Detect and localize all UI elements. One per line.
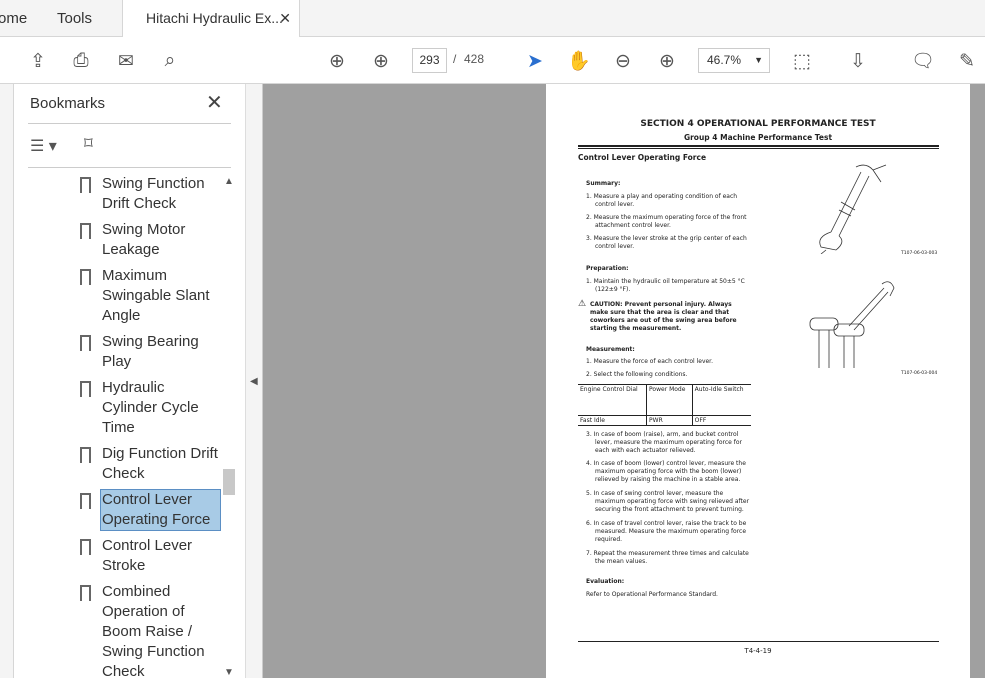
- footer-rule: [578, 641, 939, 642]
- page-total: 428: [464, 52, 485, 66]
- upload-icon[interactable]: ⇪: [26, 49, 50, 73]
- figure-label: T107-06-03-004: [901, 371, 938, 376]
- figure-label: T107-06-03-003: [901, 251, 938, 256]
- measurement-item: 2. Select the following conditions.: [586, 371, 688, 378]
- measurement-item: 1. Measure the force of each control lev…: [586, 358, 714, 365]
- close-tab-icon[interactable]: ✕: [279, 0, 291, 37]
- tab-document-label: Hitachi Hydraulic Ex...: [146, 10, 283, 26]
- select-cursor-icon[interactable]: ➤: [523, 49, 547, 73]
- toolbar: ⇪ ⎙ ✉ ⌕ ⊕ ⊕ 293 / 428 ➤ ✋ ⊖ ⊕ 46.7% ▼ ⬚ ⇩…: [0, 37, 985, 84]
- rule: [578, 145, 939, 149]
- prep-item: 1. Maintain the hydraulic oil temperatur…: [586, 278, 745, 293]
- add-bookmark-icon[interactable]: ⌑: [84, 134, 93, 154]
- measurement-title: Measurement:: [586, 346, 635, 353]
- page-number-input[interactable]: 293: [412, 48, 447, 73]
- bookmark-item[interactable]: Hydraulic Cylinder Cycle Time: [102, 378, 212, 438]
- bookmark-item[interactable]: Maximum Swingable Slant Angle: [102, 266, 222, 326]
- bookmark-item[interactable]: Swing Motor Leakage: [102, 220, 212, 260]
- tab-tools[interactable]: Tools: [57, 0, 117, 37]
- hand-tool-icon[interactable]: ✋: [567, 49, 591, 73]
- options-menu-icon[interactable]: ☰ ▾: [30, 136, 57, 156]
- bookmark-icon: [80, 585, 91, 601]
- bookmark-icon: [80, 493, 91, 509]
- conditions-table: Engine Control Dial Power Mode Auto-Idle S…: [578, 384, 751, 426]
- chevron-down-icon: ▼: [754, 55, 763, 65]
- bookmarks-scrollbar[interactable]: ▲ ▼: [222, 176, 236, 678]
- table-cell: PWR: [646, 415, 693, 426]
- divider: [28, 123, 231, 124]
- zoom-value: 46.7%: [707, 53, 742, 67]
- doc-heading: Control Lever Operating Force: [578, 153, 707, 162]
- previous-page-icon[interactable]: ⊕: [325, 49, 349, 73]
- bookmark-icon: [80, 335, 91, 351]
- summary-item: 3. Measure the lever stroke at the grip …: [586, 235, 747, 250]
- bookmark-item[interactable]: Swing Function Drift Check: [102, 174, 232, 214]
- lever-illustration-2: [809, 281, 895, 368]
- table-cell: OFF: [691, 415, 751, 426]
- scroll-mode-icon[interactable]: ⇩: [846, 49, 870, 73]
- measurement-item: 5. In case of swing control lever, measu…: [586, 490, 750, 513]
- left-nav-strip: [0, 84, 14, 678]
- bookmarks-title: Bookmarks: [30, 95, 106, 112]
- page-separator: /: [453, 52, 457, 66]
- bookmark-icon: [80, 447, 91, 463]
- zoom-in-icon[interactable]: ⊕: [655, 49, 679, 73]
- summary-title: Summary:: [586, 180, 621, 187]
- bookmark-icon: [80, 177, 91, 193]
- pdf-page: SECTION 4 OPERATIONAL PERFORMANCE TEST G…: [546, 84, 970, 678]
- section-title: SECTION 4 OPERATIONAL PERFORMANCE TEST: [640, 119, 876, 129]
- measurement-item: 6. In case of travel control lever, rais…: [586, 520, 747, 543]
- bookmark-icon: [80, 381, 91, 397]
- bookmark-icon: [80, 223, 91, 239]
- bookmarks-panel: Bookmarks ✕ ☰ ▾ ⌑ Swing Function Drift C…: [14, 84, 245, 680]
- search-zoom-icon[interactable]: ⌕: [158, 49, 182, 73]
- bookmark-item[interactable]: Control Lever Stroke: [102, 536, 212, 576]
- bookmark-item-selected[interactable]: Control Lever Operating Force: [100, 489, 221, 531]
- zoom-select[interactable]: 46.7% ▼: [698, 48, 770, 73]
- collapse-arrow-icon[interactable]: ◀: [250, 376, 258, 387]
- print-icon[interactable]: ⎙: [69, 49, 93, 73]
- bookmark-icon: [80, 269, 91, 285]
- measurement-item: 3. In case of boom (raise), arm, and buc…: [586, 431, 742, 454]
- table-cell: Fast Idle: [578, 415, 647, 426]
- caution-text: CAUTION: Prevent personal injury. Always…: [590, 301, 737, 332]
- comment-icon[interactable]: 🗨: [911, 49, 935, 73]
- divider: [28, 167, 231, 168]
- bookmark-item[interactable]: Swing Bearing Play: [102, 332, 212, 372]
- evaluation-text: Refer to Operational Performance Standar…: [586, 591, 718, 598]
- table-header: Engine Control Dial: [578, 384, 647, 416]
- table-header: Power Mode: [646, 384, 693, 416]
- scroll-up-icon[interactable]: ▲: [224, 176, 234, 187]
- summary-item: 2. Measure the maximum operating force o…: [586, 214, 747, 229]
- page-footer: T4-4-19: [744, 647, 772, 655]
- bookmark-item[interactable]: Dig Function Drift Check: [102, 444, 234, 484]
- prep-title: Preparation:: [586, 265, 629, 272]
- tab-home[interactable]: ome: [0, 0, 38, 37]
- lever-illustration-1: [819, 164, 887, 254]
- close-panel-icon[interactable]: ✕: [206, 90, 223, 115]
- bookmark-icon: [80, 539, 91, 555]
- evaluation-title: Evaluation:: [586, 578, 625, 585]
- zoom-out-icon[interactable]: ⊖: [611, 49, 635, 73]
- table-header: Auto-Idle Switch: [691, 384, 751, 416]
- measurement-item: 4. In case of boom (lower) control lever…: [586, 460, 746, 483]
- scrollbar-thumb[interactable]: [223, 469, 235, 495]
- measurement-item: 7. Repeat the measurement three times an…: [586, 550, 749, 565]
- collapse-panel-handle[interactable]: ◀: [245, 84, 263, 678]
- email-icon[interactable]: ✉: [114, 49, 138, 73]
- tab-bar: ome Tools Hitachi Hydraulic Ex... ✕: [0, 0, 985, 38]
- group-title: Group 4 Machine Performance Test: [683, 133, 833, 142]
- next-page-icon[interactable]: ⊕: [369, 49, 393, 73]
- bookmark-item[interactable]: Combined Operation of Boom Raise / Swing…: [102, 582, 222, 682]
- scroll-down-icon[interactable]: ▼: [224, 667, 234, 678]
- pen-icon[interactable]: ✎: [955, 49, 979, 73]
- warning-icon: ⚠: [578, 299, 587, 309]
- tab-document[interactable]: Hitachi Hydraulic Ex... ✕: [122, 0, 300, 38]
- page-fit-icon[interactable]: ⬚: [790, 49, 814, 73]
- summary-item: 1. Measure a play and operating conditio…: [586, 193, 738, 208]
